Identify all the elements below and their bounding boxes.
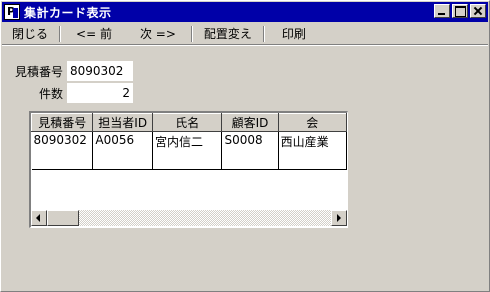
next-button[interactable]: 次 =>	[126, 25, 190, 43]
cell-name[interactable]: 宮内信二	[152, 131, 223, 170]
column-header-company[interactable]: 会	[277, 113, 347, 132]
maximize-button[interactable]	[452, 4, 468, 18]
scroll-thumb[interactable]	[47, 210, 79, 226]
estimate-number-field[interactable]: 8090302	[67, 61, 133, 81]
estimate-number-label: 見積番号	[15, 65, 64, 79]
menu-separator	[190, 26, 193, 42]
menu-separator	[262, 26, 265, 42]
cell-company[interactable]: 西山産業	[278, 131, 347, 170]
close-form-button[interactable]: 閉じる	[2, 25, 58, 43]
column-header-staff-id[interactable]: 担当者ID	[92, 113, 153, 132]
grid-header-row: 見積番号 担当者ID 氏名 顧客ID 会	[31, 113, 347, 132]
app-icon[interactable]: P	[4, 4, 20, 20]
scroll-track[interactable]	[79, 210, 331, 226]
menu-divider	[2, 44, 488, 46]
print-button[interactable]: 印刷	[266, 25, 322, 43]
toolbar-menu: 閉じる <= 前 次 => 配置変え 印刷	[2, 24, 488, 44]
previous-button[interactable]: <= 前	[62, 25, 126, 43]
count-label: 件数	[39, 87, 64, 101]
scroll-right-icon[interactable]	[331, 210, 347, 226]
grid-table: 見積番号 担当者ID 氏名 顧客ID 会 8090302 A0056 宮内信二 …	[31, 113, 347, 170]
close-icon[interactable]	[470, 4, 486, 18]
title-bar[interactable]: P 集計カード表示	[2, 2, 488, 22]
column-header-name[interactable]: 氏名	[151, 113, 223, 132]
data-grid[interactable]: 見積番号 担当者ID 氏名 顧客ID 会 8090302 A0056 宮内信二 …	[29, 111, 348, 228]
column-header-customer-id[interactable]: 顧客ID	[221, 113, 279, 132]
rearrange-button[interactable]: 配置変え	[194, 25, 262, 43]
scroll-left-icon[interactable]	[31, 210, 47, 226]
cell-estimate-number[interactable]: 8090302	[31, 131, 94, 170]
table-row[interactable]: 8090302 A0056 宮内信二 S0008 西山産業	[31, 131, 347, 170]
cell-customer-id[interactable]: S0008	[221, 131, 279, 170]
cell-staff-id[interactable]: A0056	[92, 131, 153, 170]
count-field[interactable]: 2	[67, 83, 133, 103]
menu-separator	[59, 26, 62, 42]
window-title: 集計カード表示	[24, 5, 112, 20]
horizontal-scrollbar[interactable]	[31, 210, 347, 226]
main-window: P 集計カード表示 閉じる <= 前 次 => 配置変え 印刷 見積番号 809…	[0, 0, 490, 292]
column-header-estimate-number[interactable]: 見積番号	[31, 113, 94, 132]
minimize-button[interactable]	[434, 4, 450, 18]
